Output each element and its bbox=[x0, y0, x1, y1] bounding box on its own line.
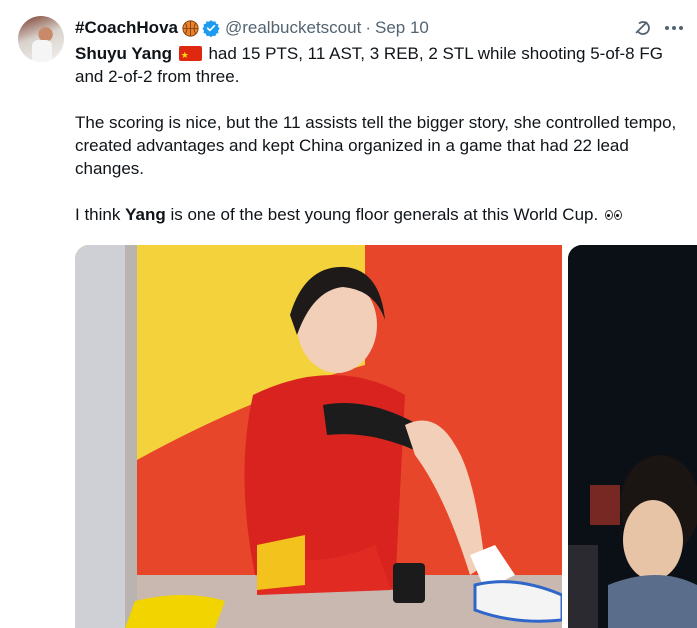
more-options-icon[interactable] bbox=[662, 18, 686, 38]
handle[interactable]: @realbucketscout bbox=[225, 18, 361, 38]
tweet-paragraph-2: The scoring is nice, but the 11 assists … bbox=[75, 113, 677, 178]
basketball-icon bbox=[182, 19, 199, 37]
verified-badge-icon bbox=[202, 20, 220, 37]
paragraph3-text-b: is one of the best young floor generals … bbox=[165, 205, 603, 224]
tweet-paragraph-3: I think Yang is one of the best young fl… bbox=[75, 203, 685, 226]
separator-dot: · bbox=[365, 18, 371, 37]
avatar[interactable] bbox=[18, 16, 64, 62]
tweet-photo-1[interactable] bbox=[75, 245, 562, 628]
tweet-date[interactable]: Sep 10 bbox=[375, 18, 429, 38]
paragraph3-text-a: I think bbox=[75, 205, 126, 224]
tweet-photo-2[interactable] bbox=[568, 245, 697, 628]
photo-player-seated-icon bbox=[75, 245, 562, 628]
tweet-text: Shuyu Yang had 15 PTS, 11 AST, 3 REB, 2 … bbox=[75, 42, 685, 226]
photo-crowd-icon bbox=[568, 245, 697, 628]
china-flag-icon bbox=[178, 44, 202, 67]
player-name: Shuyu Yang bbox=[75, 44, 172, 63]
grok-icon[interactable] bbox=[632, 18, 652, 38]
tweet-paragraph-1: Shuyu Yang had 15 PTS, 11 AST, 3 REB, 2 … bbox=[75, 42, 685, 88]
paragraph3-bold: Yang bbox=[125, 205, 166, 224]
display-name[interactable]: #CoachHova bbox=[75, 18, 178, 38]
tweet-header: #CoachHova @realbucketscout · Sep 10 bbox=[75, 16, 429, 40]
eyes-icon bbox=[603, 208, 623, 220]
